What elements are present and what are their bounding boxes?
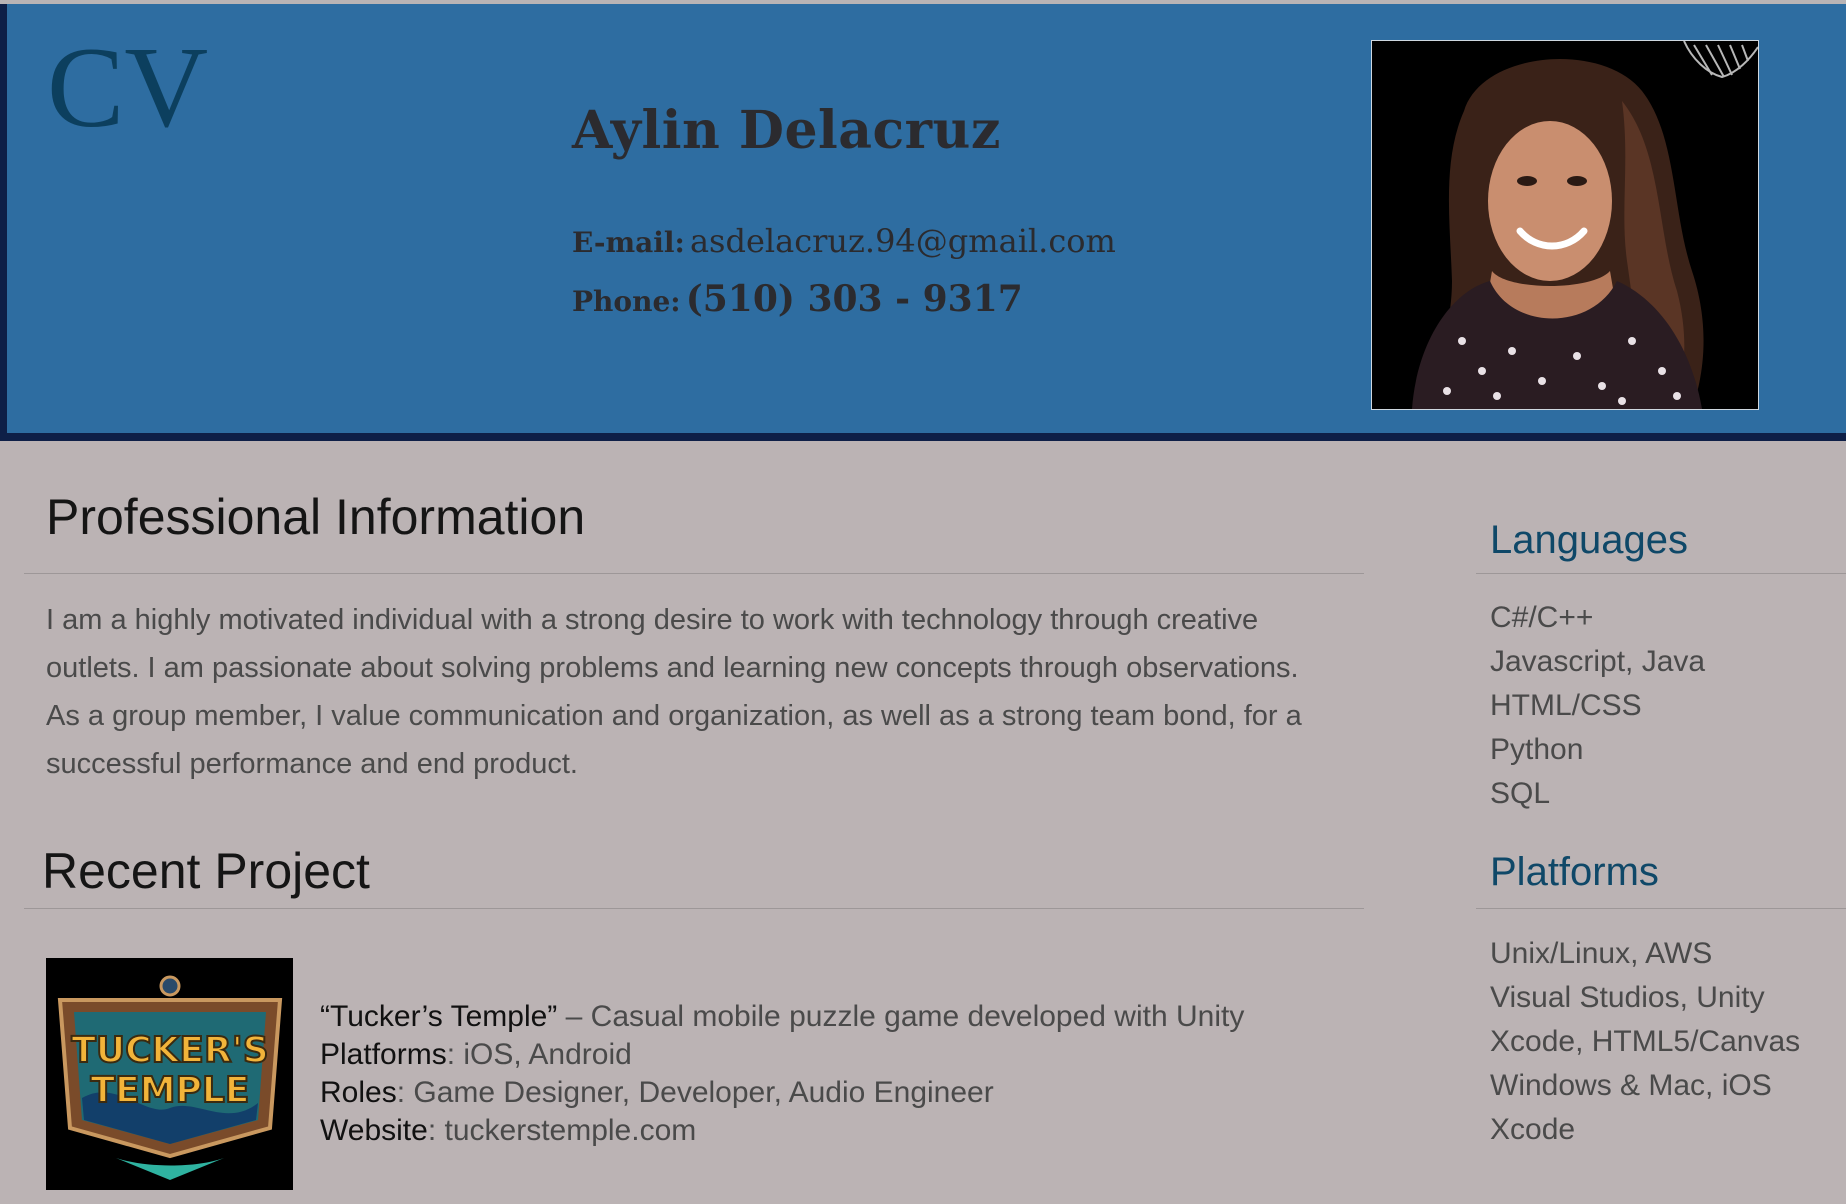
project-website-line: Website: tuckerstemple.com (320, 1112, 1244, 1150)
person-name: Aylin Delacruz (572, 100, 1001, 161)
language-item: Python (1490, 733, 1584, 766)
project-logo[interactable]: TUCKER'S TEMPLE (46, 958, 293, 1190)
platform-item: Xcode (1490, 1113, 1576, 1146)
email-line: E-mail: asdelacruz.94@gmail.com (572, 222, 1116, 260)
professional-summary: I am a highly motivated individual with … (46, 604, 1302, 780)
header-banner: CV Aylin Delacruz E-mail: asdelacruz.94@… (0, 4, 1846, 441)
cv-page: CV Aylin Delacruz E-mail: asdelacruz.94@… (0, 0, 1846, 1204)
platforms-label: Platforms (320, 1038, 447, 1071)
project-roles-line: Roles: Game Designer, Developer, Audio E… (320, 1074, 1244, 1112)
platform-item: Windows & Mac, iOS (1490, 1069, 1772, 1102)
logo-text-line2: TEMPLE (91, 1070, 250, 1111)
platforms-list: Unix/Linux, AWS Visual Studios, Unity Xc… (1490, 932, 1800, 1152)
portrait-image (1372, 41, 1758, 409)
phone-value[interactable]: (510) 303 - 9317 (686, 278, 1023, 320)
platforms-heading: Platforms (1490, 850, 1659, 894)
cv-mark: CV (47, 24, 209, 152)
languages-heading: Languages (1490, 518, 1688, 562)
project-name: “Tucker’s Temple” (320, 1000, 558, 1033)
language-item: C#/C++ (1490, 601, 1594, 634)
website-link[interactable]: : tuckerstemple.com (428, 1114, 696, 1147)
platform-item: Unix/Linux, AWS (1490, 937, 1713, 970)
platforms-value: : iOS, Android (446, 1038, 632, 1071)
tuckers-temple-logo: TUCKER'S TEMPLE (46, 958, 293, 1190)
roles-label: Roles (320, 1076, 397, 1109)
website-label: Website (320, 1114, 428, 1147)
recent-project-heading: Recent Project (42, 843, 370, 899)
languages-list: C#/C++ Javascript, Java HTML/CSS Python … (1490, 596, 1705, 816)
platform-item: Visual Studios, Unity (1490, 981, 1765, 1014)
email-label: E-mail: (572, 226, 685, 259)
phone-label: Phone: (572, 285, 681, 318)
language-item: SQL (1490, 777, 1551, 810)
phone-line: Phone: (510) 303 - 9317 (572, 278, 1023, 320)
section-divider (24, 908, 1364, 909)
project-platforms-line: Platforms: iOS, Android (320, 1036, 1244, 1074)
section-divider (24, 573, 1364, 574)
roles-value: : Game Designer, Developer, Audio Engine… (396, 1076, 994, 1109)
sidebar-divider (1476, 573, 1846, 574)
sidebar-divider (1476, 908, 1846, 909)
project-description: – Casual mobile puzzle game developed wi… (557, 1000, 1245, 1033)
language-item: HTML/CSS (1490, 689, 1642, 722)
platform-item: Xcode, HTML5/Canvas (1490, 1025, 1801, 1058)
email-value[interactable]: asdelacruz.94@gmail.com (690, 222, 1116, 260)
profile-photo (1371, 40, 1759, 410)
logo-text-line1: TUCKER'S (71, 1030, 268, 1071)
project-details: “Tucker’s Temple” – Casual mobile puzzle… (320, 998, 1244, 1150)
project-title-line: “Tucker’s Temple” – Casual mobile puzzle… (320, 998, 1244, 1036)
professional-information-heading: Professional Information (46, 489, 586, 545)
language-item: Javascript, Java (1490, 645, 1706, 678)
